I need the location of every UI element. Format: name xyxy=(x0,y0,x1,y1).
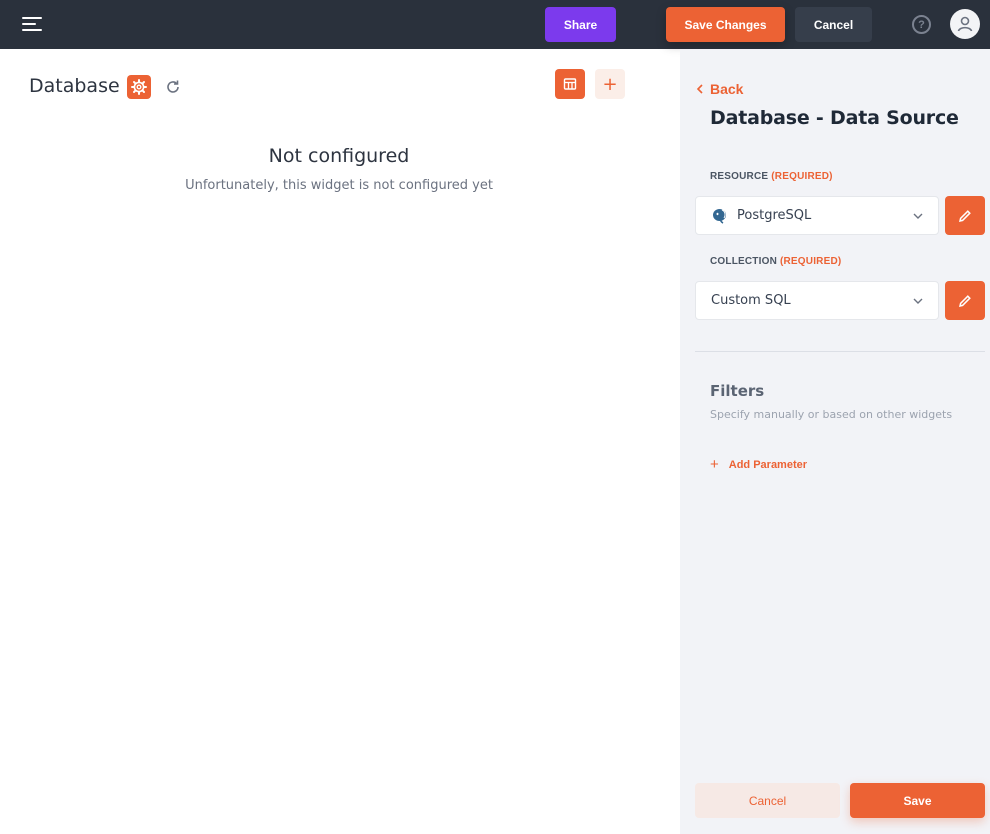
panel-save-button[interactable]: Save xyxy=(850,783,985,818)
empty-state-title: Not configured xyxy=(268,145,410,167)
panel-title: Database - Data Source xyxy=(710,107,959,129)
pencil-icon xyxy=(958,294,971,307)
save-changes-button[interactable]: Save Changes xyxy=(666,7,785,42)
collection-select[interactable]: Custom SQL xyxy=(695,281,939,320)
cancel-button[interactable]: Cancel xyxy=(795,7,872,42)
filters-title: Filters xyxy=(710,382,765,400)
empty-state-subtitle: Unfortunately, this widget is not config… xyxy=(185,178,493,193)
data-source-panel: Back Database - Data Source RESOURCE (RE… xyxy=(680,49,990,834)
add-parameter-label: Add Parameter xyxy=(728,458,808,471)
panel-cancel-button[interactable]: Cancel xyxy=(695,783,840,818)
divider xyxy=(695,351,985,352)
back-link[interactable]: Back xyxy=(696,81,743,97)
collection-label: COLLECTION (REQUIRED) xyxy=(710,256,842,267)
top-bar: Share Save Changes Cancel ? xyxy=(0,0,990,49)
back-label: Back xyxy=(710,81,744,97)
resource-select[interactable]: PostgreSQL xyxy=(695,196,939,235)
user-avatar-icon[interactable] xyxy=(950,9,980,39)
plus-icon[interactable]: + xyxy=(595,69,625,99)
share-button[interactable]: Share xyxy=(545,7,616,42)
pencil-icon xyxy=(958,209,971,222)
postgresql-icon xyxy=(713,208,726,224)
collection-value: Custom SQL xyxy=(711,293,791,308)
plus-icon: + xyxy=(710,456,719,473)
chevron-left-icon xyxy=(696,84,703,94)
gear-icon[interactable] xyxy=(127,75,151,99)
chevron-down-icon xyxy=(913,298,923,304)
hamburger-icon[interactable] xyxy=(22,15,44,33)
add-parameter-button[interactable]: + Add Parameter xyxy=(710,456,807,473)
edit-resource-button[interactable] xyxy=(945,196,985,235)
filters-subtitle: Specify manually or based on other widge… xyxy=(710,408,953,421)
resource-label: RESOURCE (REQUIRED) xyxy=(710,171,833,182)
chevron-down-icon xyxy=(913,213,923,219)
widget-title: Database xyxy=(29,75,120,97)
table-icon[interactable] xyxy=(555,69,585,99)
question-circle-icon[interactable]: ? xyxy=(912,15,931,34)
refresh-icon[interactable] xyxy=(164,78,182,96)
resource-value: PostgreSQL xyxy=(737,208,812,223)
edit-collection-button[interactable] xyxy=(945,281,985,320)
